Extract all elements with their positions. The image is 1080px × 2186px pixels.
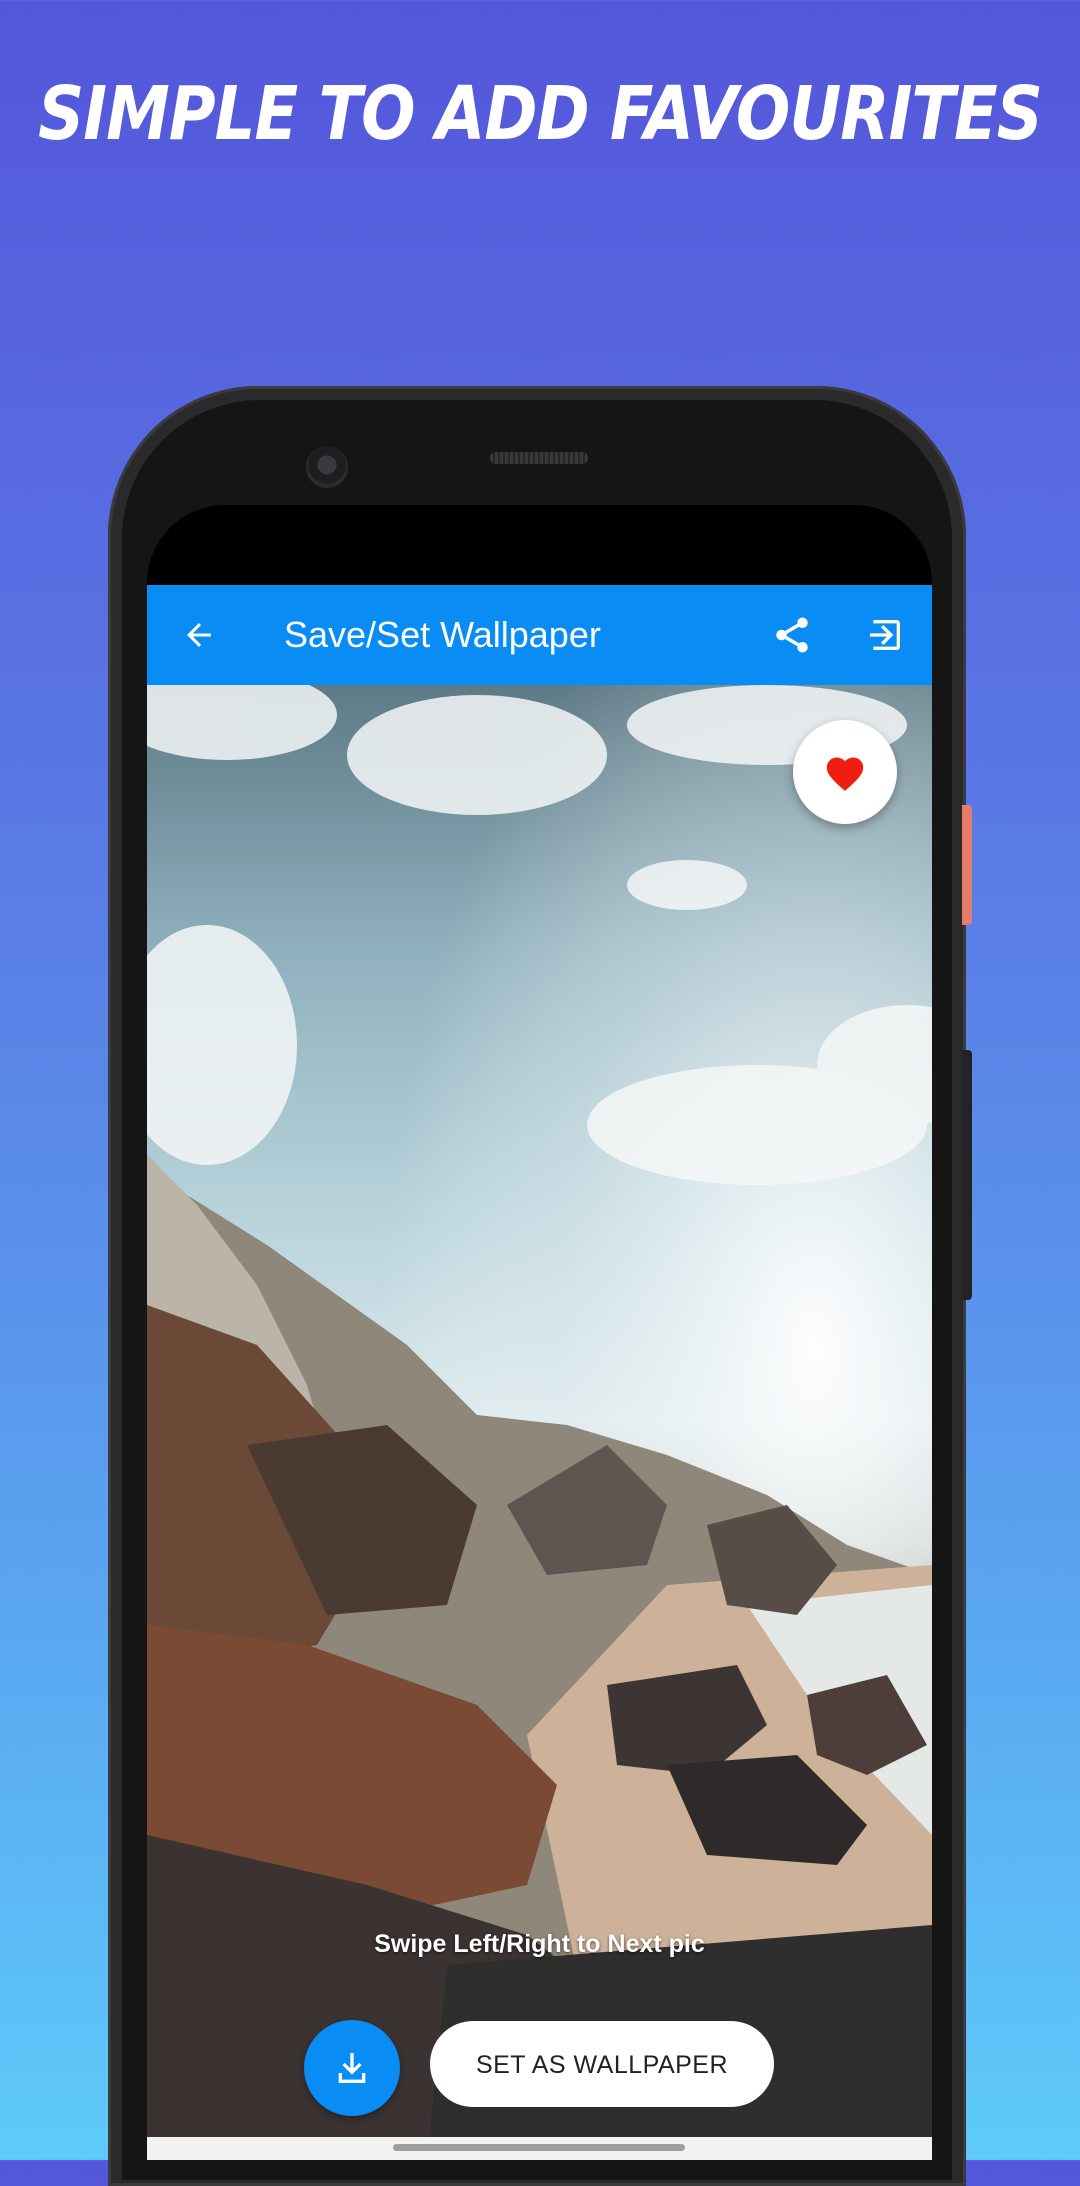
power-button <box>962 805 972 925</box>
front-camera <box>306 446 348 488</box>
earpiece-speaker <box>490 452 588 464</box>
app-bar: Save/Set Wallpaper <box>147 585 932 685</box>
back-button[interactable] <box>169 605 229 665</box>
home-gesture-pill[interactable] <box>393 2144 685 2151</box>
download-button[interactable] <box>304 2020 400 2116</box>
share-icon <box>776 617 808 653</box>
swipe-hint: Swipe Left/Right to Next pic <box>374 1930 705 1958</box>
share-button[interactable] <box>762 605 822 665</box>
phone-screen: Save/Set Wallpaper Swipe Left/Right to N… <box>147 505 932 2160</box>
system-nav-bar <box>147 2137 932 2160</box>
arrow-left-icon <box>187 623 211 647</box>
page-title: Save/Set Wallpaper <box>284 614 601 655</box>
exit-icon <box>870 620 900 650</box>
exit-button[interactable] <box>855 605 915 665</box>
heart-icon <box>826 757 864 791</box>
volume-button <box>962 1050 972 1300</box>
set-wallpaper-button[interactable]: SET AS WALLPAPER <box>430 2021 774 2107</box>
promo-headline: SIMPLE TO ADD FAVOURITES <box>38 72 1043 158</box>
download-icon <box>338 2053 366 2083</box>
favourite-button[interactable] <box>793 720 897 824</box>
